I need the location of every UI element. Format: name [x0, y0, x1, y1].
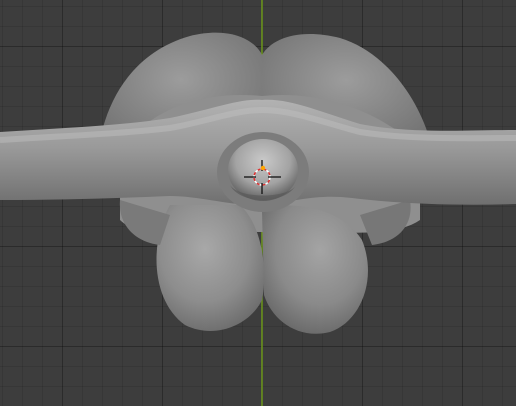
3d-viewport[interactable] — [0, 0, 516, 406]
lower-left-lobe — [156, 205, 265, 331]
viewport-scene[interactable] — [0, 0, 516, 406]
origin-dot-icon — [260, 165, 266, 171]
